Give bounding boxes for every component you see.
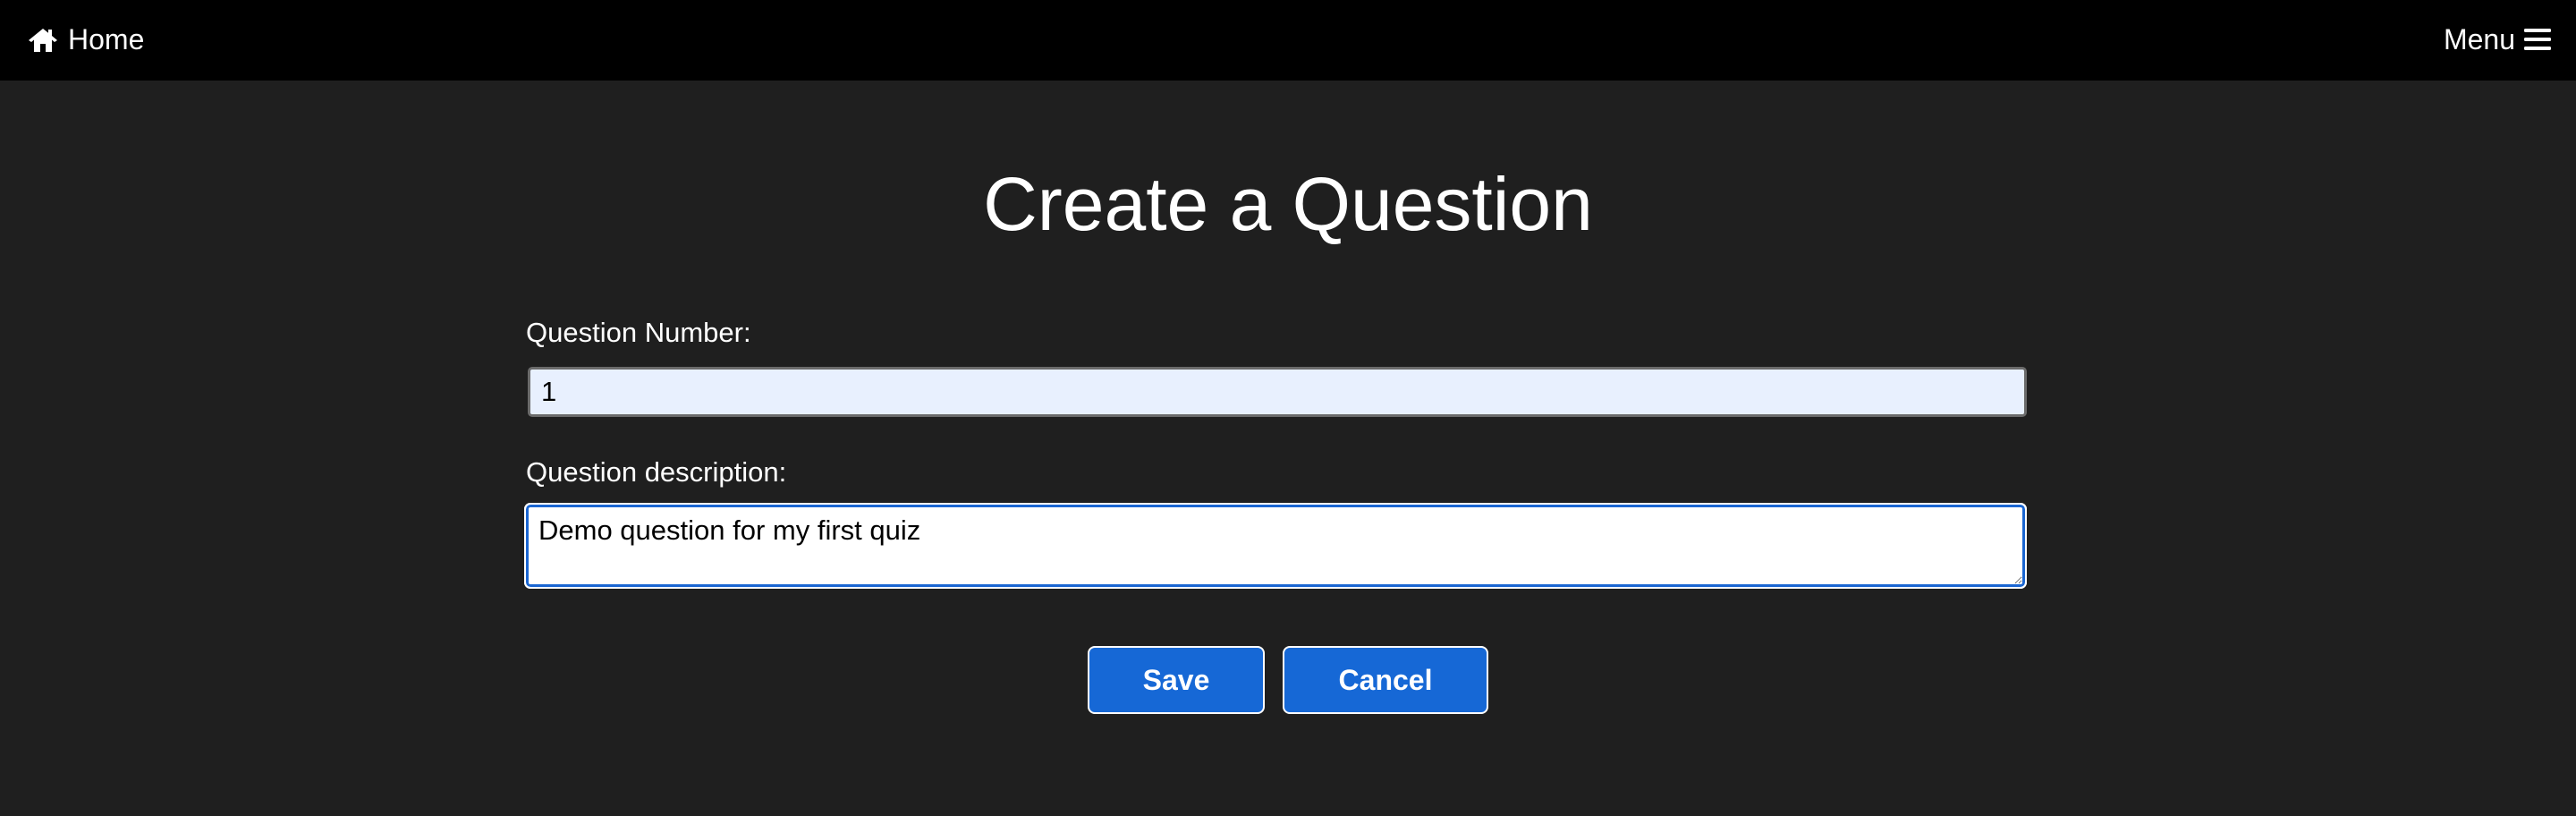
home-link[interactable]: Home xyxy=(27,20,144,59)
page-title: Create a Question xyxy=(983,162,1593,246)
save-button[interactable]: Save xyxy=(1088,646,1265,714)
top-navigation-bar: Home Menu xyxy=(0,0,2576,81)
home-link-label: Home xyxy=(68,22,145,55)
menu-button[interactable]: Menu xyxy=(2444,20,2551,59)
cancel-button[interactable]: Cancel xyxy=(1283,646,1488,714)
question-number-label: Question Number: xyxy=(526,317,751,348)
question-description-textarea[interactable]: Demo question for my first quiz xyxy=(524,503,2027,589)
question-description-label: Question description: xyxy=(526,456,787,488)
hamburger-icon xyxy=(2524,27,2551,52)
menu-label: Menu xyxy=(2443,22,2515,55)
question-number-input[interactable] xyxy=(528,367,2027,417)
home-icon xyxy=(27,25,59,54)
